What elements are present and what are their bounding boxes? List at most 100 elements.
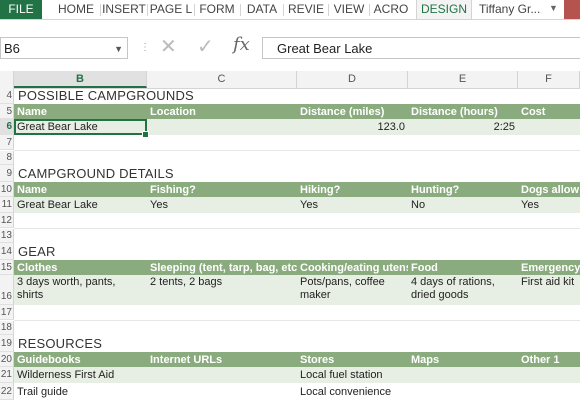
table-header-cell[interactable]: Emergency [518,260,580,275]
table-cell[interactable]: Trail guide [14,383,147,400]
table-cell[interactable]: Pots/pans, coffee maker [297,275,408,305]
table-header-cell[interactable]: Cooking/eating utens [297,260,408,275]
table-cell[interactable]: First aid kit [518,275,580,305]
section-title-details: CAMPGROUND DETAILS [18,166,174,181]
table-header-cell[interactable]: Dogs allow [518,182,580,197]
table-header-cell[interactable]: Location [147,104,297,119]
table-cell[interactable]: 3 days worth, pants, shirts [14,275,147,305]
tab-formulas[interactable]: FORM [195,0,239,19]
table-row: 19 RESOURCES [0,335,580,352]
table-header-cell[interactable]: Cost [518,104,580,119]
name-box[interactable]: B6 ▼ [0,37,128,59]
user-name[interactable]: Tiffany Gr... [479,0,540,19]
row-header[interactable]: 10 [0,182,14,197]
formula-input[interactable]: Great Bear Lake [262,37,580,59]
table-header-cell[interactable]: Guidebooks [14,352,147,367]
table-header-cell[interactable]: Fishing? [147,182,297,197]
table-header-cell[interactable]: Other 1 [518,352,580,367]
table-cell[interactable] [518,367,580,383]
table-cell[interactable]: 2 tents, 2 bags [147,275,297,305]
table-header-cell[interactable]: Stores [297,352,408,367]
table-row: 11 Great Bear Lake Yes Yes No Yes [0,197,580,213]
table-cell[interactable]: Wilderness First Aid [14,367,147,383]
table-cell[interactable] [147,119,297,135]
table-cell[interactable]: Yes [147,197,297,213]
row-header[interactable]: 16 [0,275,14,305]
active-cell-border [14,119,147,135]
table-cell[interactable]: 2:25 [408,119,518,135]
column-header-d[interactable]: D [297,71,408,88]
enter-icon[interactable]: ✓ [197,34,214,59]
chevron-down-icon[interactable]: ▼ [549,3,558,13]
tab-home[interactable]: HOME [52,0,100,19]
table-cell[interactable] [147,367,297,383]
table-header-cell[interactable]: Distance (hours) [408,104,518,119]
avatar[interactable] [564,0,580,19]
row-header[interactable]: 9 [0,165,14,182]
table-header-cell[interactable]: Sleeping (tent, tarp, bag, etc.) [147,260,297,275]
row-header[interactable]: 21 [0,367,14,383]
row-header[interactable]: 7 [0,135,14,150]
table-cell[interactable] [518,383,580,400]
table-header-cell[interactable]: Food [408,260,518,275]
tab-design[interactable]: DESIGN [416,0,472,19]
select-all-corner[interactable] [0,71,14,88]
table-header-cell[interactable]: Clothes [14,260,147,275]
column-header-c[interactable]: C [147,71,297,88]
table-cell[interactable] [518,119,580,135]
table-row: 16 3 days worth, pants, shirts 2 tents, … [0,275,580,305]
table-cell[interactable]: 4 days of rations, dried goods [408,275,518,305]
chevron-down-icon[interactable]: ▼ [114,38,123,60]
row-header[interactable]: 12 [0,213,14,228]
row-header[interactable]: 5 [0,104,14,119]
table-cell[interactable]: Great Bear Lake [14,197,147,213]
table-header-cell[interactable]: Hiking? [297,182,408,197]
table-header-cell[interactable]: Maps [408,352,518,367]
table-row: 8 [0,151,580,165]
fx-icon[interactable]: fx [233,34,250,55]
tab-acrobat[interactable]: ACRO [370,0,412,19]
tab-view[interactable]: VIEW [329,0,369,19]
formula-bar: B6 ▼ ⋮ ✕ ✓ fx Great Bear Lake [0,20,580,70]
column-header-e[interactable]: E [408,71,518,88]
tab-review[interactable]: REVIE [284,0,328,19]
row-header[interactable]: 4 [0,88,14,104]
tab-file[interactable]: FILE [0,0,42,19]
row-header[interactable]: 19 [0,335,14,352]
table-header-cell[interactable]: Internet URLs [147,352,297,367]
table-cell[interactable]: 123.0 [297,119,408,135]
row-header[interactable]: 17 [0,305,14,320]
table-cell[interactable]: Yes [297,197,408,213]
tab-data[interactable]: DATA [241,0,283,19]
cancel-icon[interactable]: ✕ [160,34,177,59]
tab-page-layout[interactable]: PAGE L [148,0,194,19]
table-cell[interactable]: Local convenience [297,383,408,400]
table-header-row: 5 Name Location Distance (miles) Distanc… [0,104,580,119]
table-row: 21 Wilderness First Aid Local fuel stati… [0,367,580,383]
drag-handle-icon[interactable]: ⋮ [140,42,151,53]
row-header[interactable]: 22 [0,383,14,400]
row-header[interactable]: 6 [0,119,14,135]
table-cell[interactable]: Local fuel station [297,367,408,383]
table-row: 22 Trail guide Local convenience [0,383,580,400]
table-cell[interactable]: Yes [518,197,580,213]
table-cell[interactable]: No [408,197,518,213]
table-cell[interactable] [408,367,518,383]
row-header[interactable]: 13 [0,229,14,243]
column-header-b[interactable]: B [14,71,147,88]
table-header-cell[interactable]: Name [14,182,147,197]
column-header-f[interactable]: F [518,71,580,88]
row-header[interactable]: 14 [0,243,14,260]
section-title-gear: GEAR [18,244,56,259]
table-cell[interactable] [408,383,518,400]
row-header[interactable]: 8 [0,151,14,165]
row-header[interactable]: 18 [0,321,14,335]
table-header-cell[interactable]: Distance (miles) [297,104,408,119]
row-header[interactable]: 20 [0,352,14,367]
table-header-cell[interactable]: Name [14,104,147,119]
tab-insert[interactable]: INSERT [101,0,147,19]
row-header[interactable]: 15 [0,260,14,275]
table-header-cell[interactable]: Hunting? [408,182,518,197]
row-header[interactable]: 11 [0,197,14,213]
table-cell[interactable] [147,383,297,400]
